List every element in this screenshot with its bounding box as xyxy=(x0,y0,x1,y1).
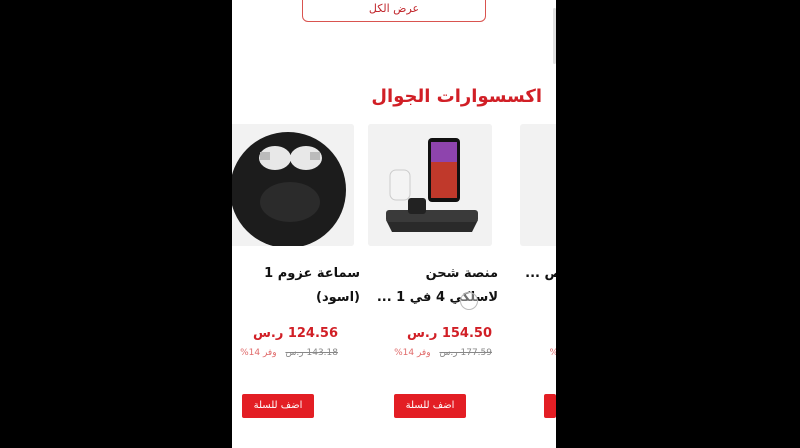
product-price: 124.56 ر.س xyxy=(252,326,338,341)
price-details: % xyxy=(524,348,556,358)
product-name-line2: (اسود) xyxy=(316,290,360,305)
touch-indicator xyxy=(460,292,478,310)
discount-badge: % xyxy=(549,348,556,358)
product-name-line2: لاسلكي 4 في 1 ... xyxy=(376,290,498,305)
scrollbar[interactable] xyxy=(553,8,556,64)
product-name[interactable]: سماعة عزوم 1 (اسود) xyxy=(236,262,360,310)
product-card[interactable]: سماعة عزوم 1 (اسود) 124.56 ر.س 143.18 ر.… xyxy=(232,122,360,422)
product-name[interactable]: ص ... xyxy=(522,262,556,286)
product-name-line2: ص ... xyxy=(525,266,556,281)
product-name-line1: منصة شحن xyxy=(425,266,498,281)
view-all-button[interactable]: عرض الكل xyxy=(302,0,486,22)
product-card[interactable]: ص ... % xyxy=(520,122,556,422)
discount-badge: وفر 14% xyxy=(240,348,277,358)
headphones-icon[interactable] xyxy=(232,124,354,246)
product-name[interactable]: منصة شحن لاسلكي 4 في 1 ... xyxy=(374,262,498,310)
phone-screen: عرض الكل اكسسوارات الجوال سماعة عزوم 1 (… xyxy=(232,0,556,448)
product-name-line1: سماعة عزوم 1 xyxy=(264,266,360,281)
product-carousel[interactable]: سماعة عزوم 1 (اسود) 124.56 ر.س 143.18 ر.… xyxy=(232,122,556,422)
charging-dock-icon[interactable] xyxy=(368,124,492,246)
product-image[interactable] xyxy=(520,124,556,246)
old-price: 177.59 ر.س xyxy=(439,348,492,358)
price-details: 143.18 ر.س وفر 14% xyxy=(232,348,338,358)
discount-badge: وفر 14% xyxy=(394,348,431,358)
add-to-cart-button[interactable] xyxy=(544,394,556,418)
old-price: 143.18 ر.س xyxy=(285,348,338,358)
product-card[interactable]: منصة شحن لاسلكي 4 في 1 ... 154.50 ر.س 17… xyxy=(368,122,498,422)
section-title: اكسسوارات الجوال xyxy=(371,86,542,107)
price-details: 177.59 ر.س وفر 14% xyxy=(368,348,492,358)
add-to-cart-button[interactable]: اضف للسلة xyxy=(242,394,314,418)
add-to-cart-button[interactable]: اضف للسلة xyxy=(394,394,466,418)
product-price: 154.50 ر.س xyxy=(406,326,492,341)
